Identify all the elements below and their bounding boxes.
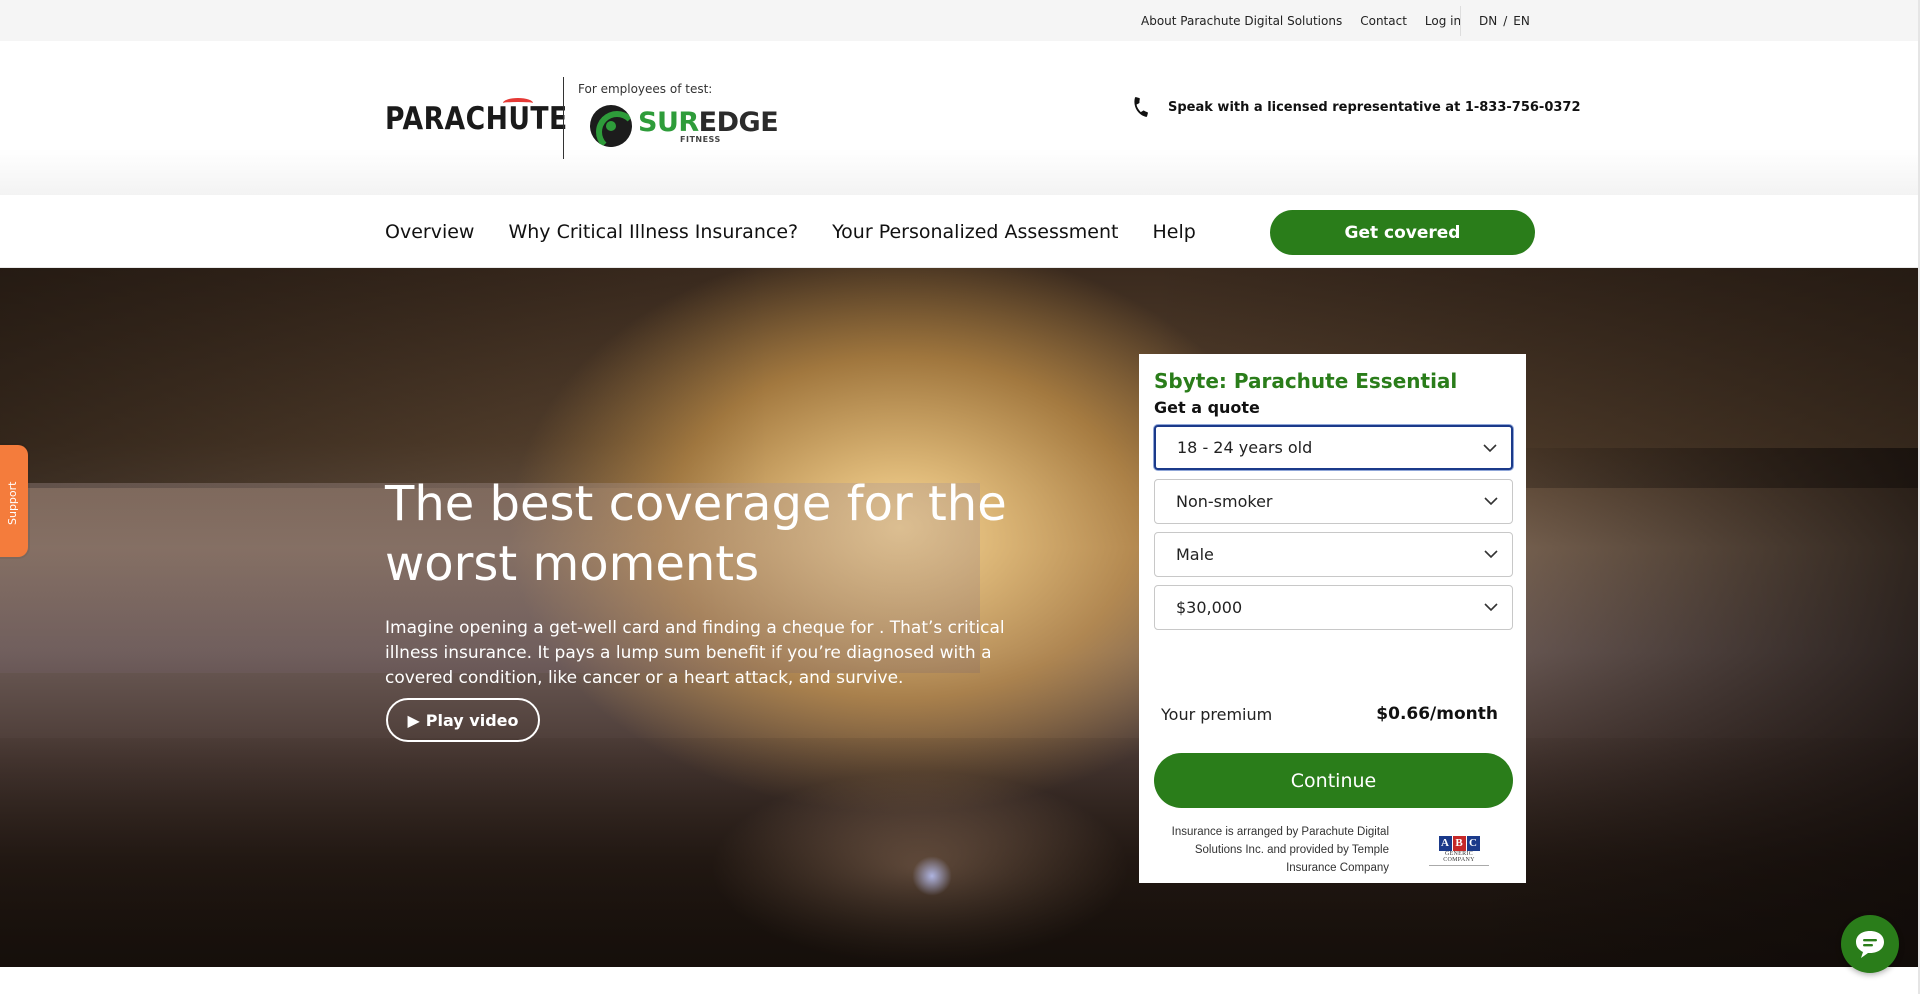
hero-background-rocks <box>1480 448 1920 967</box>
gender-select-value: Male <box>1176 545 1214 564</box>
utility-bar: About Parachute Digital Solutions Contac… <box>0 0 1920 41</box>
partner-logo-mark <box>590 105 632 147</box>
utility-links: About Parachute Digital Solutions Contac… <box>1141 14 1479 28</box>
smoker-select[interactable]: Non-smoker <box>1154 479 1513 524</box>
partner-name: SUREDGE <box>638 106 779 138</box>
age-select[interactable]: 18 - 24 years old <box>1154 425 1513 470</box>
chevron-down-icon <box>1484 550 1498 559</box>
employees-label: For employees of test: <box>578 82 713 96</box>
quote-title: Sbyte: Parachute Essential <box>1154 369 1458 393</box>
play-video-button[interactable]: ▶ Play video <box>386 698 540 742</box>
quote-card: Sbyte: Parachute Essential Get a quote 1… <box>1139 354 1526 883</box>
language-dn[interactable]: DN <box>1479 14 1497 28</box>
smoker-select-value: Non-smoker <box>1176 492 1273 511</box>
utility-divider <box>1460 6 1461 36</box>
partner-logo: SUREDGE FITNESS <box>590 105 779 147</box>
continue-button[interactable]: Continue <box>1154 753 1513 808</box>
nav-personalized-assessment[interactable]: Your Personalized Assessment <box>832 221 1118 243</box>
coverage-amount-select[interactable]: $30,000 <box>1154 585 1513 630</box>
nav-items: Overview Why Critical Illness Insurance?… <box>385 221 1196 243</box>
premium-value: $0.66/month <box>1376 704 1498 724</box>
insurer-logo: A B C GENERIC COMPANY <box>1429 836 1489 866</box>
get-covered-button[interactable]: Get covered <box>1270 210 1535 255</box>
main-nav: Overview Why Critical Illness Insurance?… <box>0 195 1920 268</box>
play-video-label: Play video <box>425 710 519 730</box>
support-tab[interactable]: Support <box>0 445 28 557</box>
language-separator: / <box>1503 14 1508 28</box>
insurance-disclaimer: Insurance is arranged by Parachute Digit… <box>1171 826 1389 874</box>
chevron-down-icon <box>1483 444 1497 453</box>
partner-subtitle: FITNESS <box>680 134 721 144</box>
parachute-logo[interactable]: PARACHUTE <box>385 101 568 137</box>
hero-lens-flare <box>912 856 952 896</box>
about-link[interactable]: About Parachute Digital Solutions <box>1141 14 1342 28</box>
play-icon: ▶ <box>407 710 420 730</box>
nav-overview[interactable]: Overview <box>385 221 474 243</box>
chat-bubble-icon <box>1856 931 1884 958</box>
hero-body: Imagine opening a get-well card and find… <box>385 618 1005 688</box>
gender-select[interactable]: Male <box>1154 532 1513 577</box>
phone-contact[interactable]: Speak with a licensed representative at … <box>1130 96 1581 118</box>
nav-why-critical-illness[interactable]: Why Critical Illness Insurance? <box>508 221 798 243</box>
language-switcher: DN / EN <box>1479 14 1530 28</box>
premium-label: Your premium <box>1161 705 1273 724</box>
partner-logo-text: SUREDGE FITNESS <box>638 106 779 144</box>
insurer-logo-subtitle: GENERIC COMPANY <box>1429 851 1489 866</box>
chevron-down-icon <box>1484 603 1498 612</box>
language-en[interactable]: EN <box>1513 14 1530 28</box>
chat-button[interactable] <box>1841 915 1899 973</box>
chevron-down-icon <box>1484 497 1498 506</box>
age-select-value: 18 - 24 years old <box>1177 438 1313 457</box>
phone-text: Speak with a licensed representative at … <box>1168 99 1581 115</box>
contact-link[interactable]: Contact <box>1360 14 1407 28</box>
site-header: PARACHUTE For employees of test: SUREDGE… <box>0 41 1920 195</box>
quote-subtitle: Get a quote <box>1154 398 1260 417</box>
nav-help[interactable]: Help <box>1152 221 1195 243</box>
phone-icon <box>1134 97 1148 117</box>
header-divider <box>563 77 564 159</box>
coverage-amount-value: $30,000 <box>1176 598 1243 617</box>
login-link[interactable]: Log in <box>1425 14 1461 28</box>
support-label: Support <box>6 481 19 525</box>
parachute-logo-arc <box>503 98 533 108</box>
insurer-logo-letters: A B C <box>1429 836 1489 851</box>
hero-title: The best coverage for the worst moments <box>385 476 1007 592</box>
